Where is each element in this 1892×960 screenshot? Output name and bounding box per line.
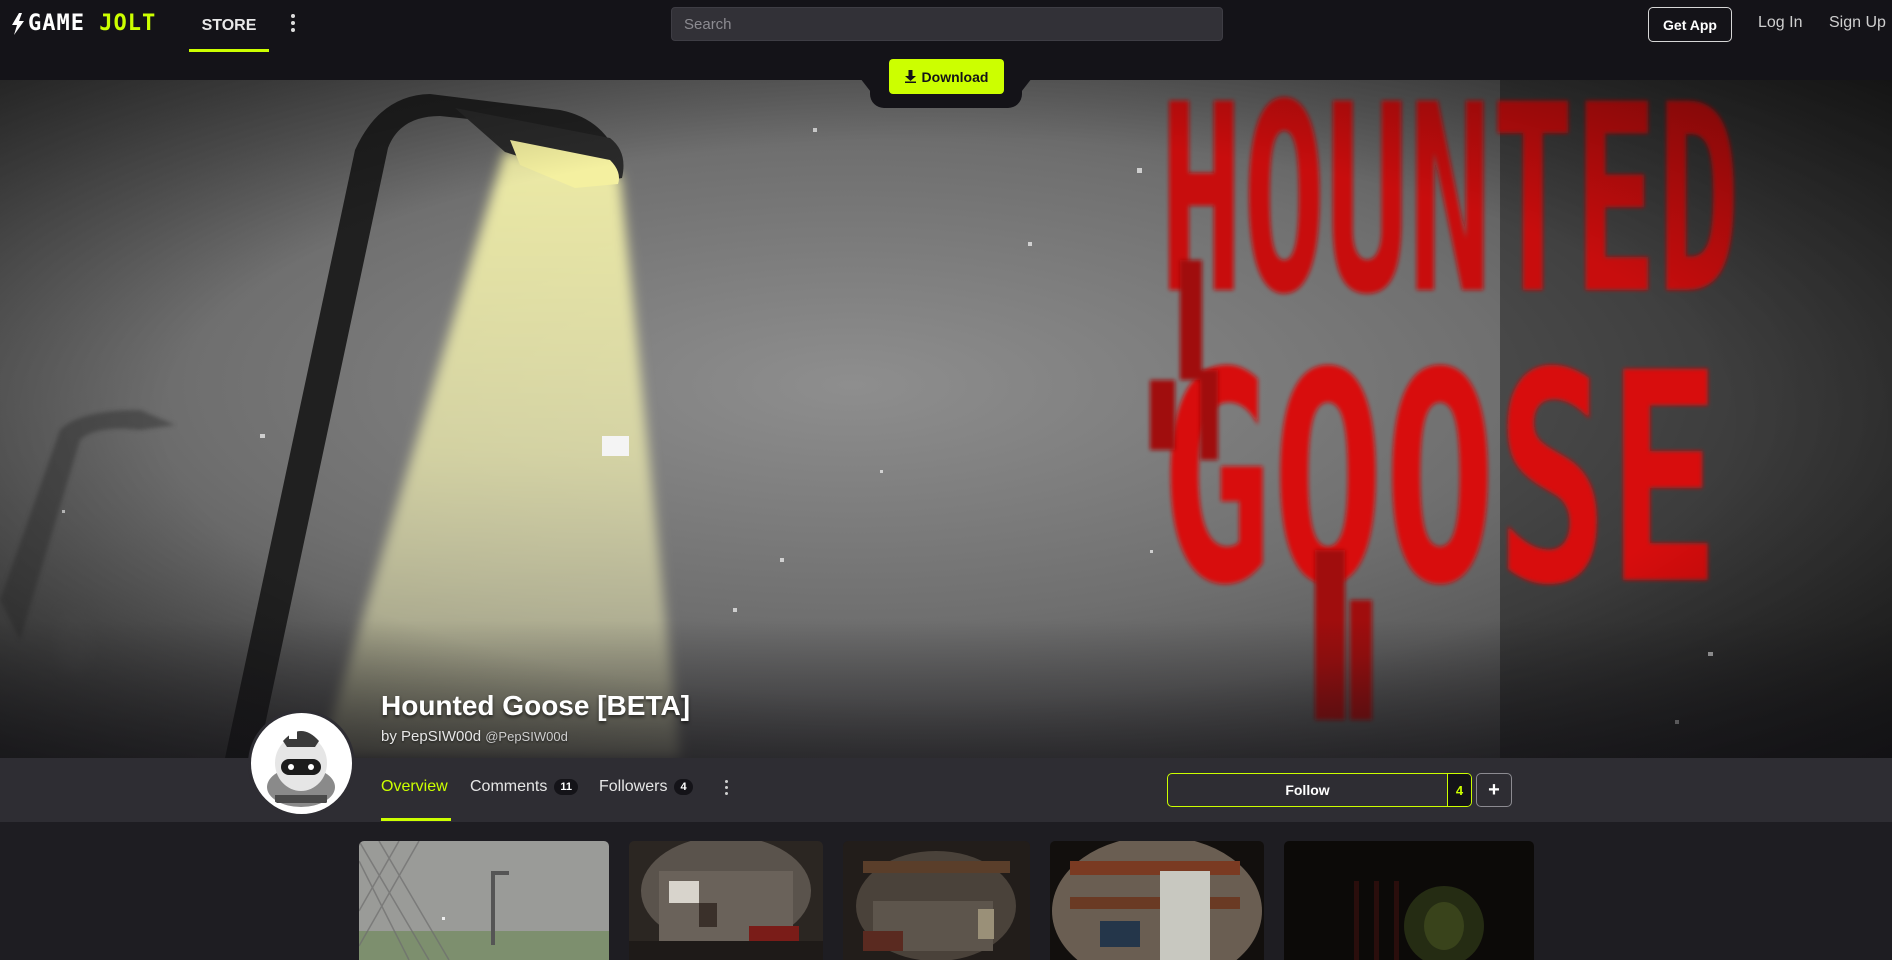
add-to-playlist-button[interactable]: + (1476, 773, 1512, 807)
media-thumbnail[interactable] (629, 841, 823, 960)
signup-link[interactable]: Sign Up (1829, 14, 1886, 32)
author-avatar[interactable] (251, 713, 352, 814)
fisheye-room-scene-image (1050, 841, 1264, 960)
logo-text-game: GAME (28, 11, 85, 36)
basement-room-scene-image (629, 841, 823, 960)
download-button[interactable]: Download (889, 59, 1004, 94)
by-prefix: by (381, 728, 397, 745)
dark-green-corridor-scene-image (1284, 841, 1534, 960)
followers-count-badge: 4 (674, 779, 693, 795)
follow-button[interactable]: Follow 4 (1167, 773, 1472, 807)
tab-comments[interactable]: Comments 11 (470, 778, 578, 796)
game-author-line: by PepSIW00d @PepSIW00d (381, 728, 568, 745)
tab-followers[interactable]: Followers 4 (599, 778, 693, 796)
media-thumbnail[interactable] (843, 841, 1030, 960)
author-handle[interactable]: @PepSIW00d (485, 729, 568, 744)
lightning-bolt-icon (12, 13, 24, 35)
download-arrow-icon (904, 70, 916, 83)
login-link[interactable]: Log In (1758, 14, 1802, 32)
more-options-icon[interactable] (721, 777, 731, 797)
follow-label: Follow (1285, 782, 1330, 798)
get-app-button[interactable]: Get App (1648, 7, 1732, 42)
tab-comments-label: Comments (470, 778, 548, 795)
search-input[interactable] (671, 7, 1223, 41)
foggy-fence-scene-image (359, 841, 609, 960)
goose-avatar-image (255, 717, 348, 810)
logo-wordmark: GAME JOLT (28, 13, 156, 35)
gamejolt-logo[interactable]: GAME JOLT (10, 13, 156, 35)
game-title: Hounted Goose [BETA] (381, 690, 691, 721)
author-name[interactable]: PepSIW00d (401, 728, 481, 745)
more-options-icon[interactable] (285, 10, 301, 36)
active-tab-indicator (381, 818, 451, 821)
follow-count: 4 (1447, 774, 1471, 806)
comments-count-badge: 11 (554, 779, 578, 795)
download-label: Download (921, 68, 989, 85)
tab-followers-label: Followers (599, 778, 668, 795)
media-thumbnail[interactable] (1050, 841, 1264, 960)
tab-overview-label: Overview (381, 778, 448, 795)
tab-overview[interactable]: Overview (381, 778, 448, 796)
dark-cellar-scene-image (843, 841, 1030, 960)
game-header-banner: HOUNTED GOOSE (0, 80, 1892, 758)
media-thumbnail[interactable] (1284, 841, 1534, 960)
logo-text-jolt: JOLT (99, 11, 157, 36)
store-tab[interactable]: STORE (189, 0, 269, 52)
media-thumbnail[interactable] (359, 841, 609, 960)
